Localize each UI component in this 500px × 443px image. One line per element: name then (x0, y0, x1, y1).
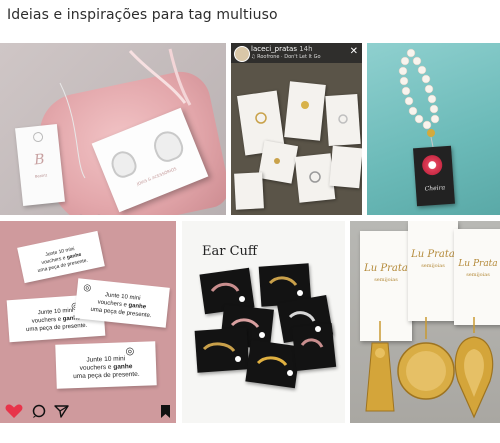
story-song: ♫ Roofrone · Don't Let It Go (251, 54, 321, 60)
bookmark-icon[interactable] (161, 405, 170, 418)
comment-icon[interactable] (32, 404, 46, 419)
photo-satin-bag: B Beatriz JOIAS & ACESSÓRIOS (0, 43, 226, 215)
story-header: laceci_pratas 14h ♫ Roofrone · Don't Let… (231, 43, 362, 63)
instagram-action-bar (0, 402, 176, 422)
page-title: Ideias e inspirações para tag multiuso (7, 7, 278, 23)
story-jewelry (255, 101, 348, 183)
photo-vouchers: Junte 10 mini vouchers e ganhe uma peça … (0, 221, 176, 423)
share-icon[interactable] (54, 405, 69, 418)
photo-ear-cuff: Ear Cuff (182, 221, 345, 423)
story-username[interactable]: laceci_pratas 14h (251, 45, 313, 53)
photo-gold-pendants: Lu Prata semijoias Lu Prata semijoias Lu… (350, 221, 500, 423)
gold-pendants (365, 317, 494, 419)
photo-bracelet-teal: Cheira (367, 43, 500, 215)
bracelet-tag-brand: Cheira (424, 184, 446, 193)
tag-brand: Beatriz (34, 173, 48, 179)
bracelet-tag: Cheira (413, 145, 455, 207)
hang-tag: B Beatriz (15, 124, 65, 206)
earcuff-jewelry (202, 276, 324, 376)
photo-story-cards: laceci_pratas 14h ♫ Roofrone · Don't Let… (231, 43, 362, 215)
voucher-card: Junte 10 mini vouchers e ganhe uma peça … (17, 230, 105, 284)
close-icon[interactable]: ✕ (350, 47, 358, 57)
heart-icon[interactable] (5, 404, 23, 418)
avatar[interactable] (234, 46, 250, 62)
voucher-card: ◎ Junte 10 mini vouchers e ganhe uma peç… (55, 341, 157, 389)
heart-pendant (79, 214, 101, 215)
